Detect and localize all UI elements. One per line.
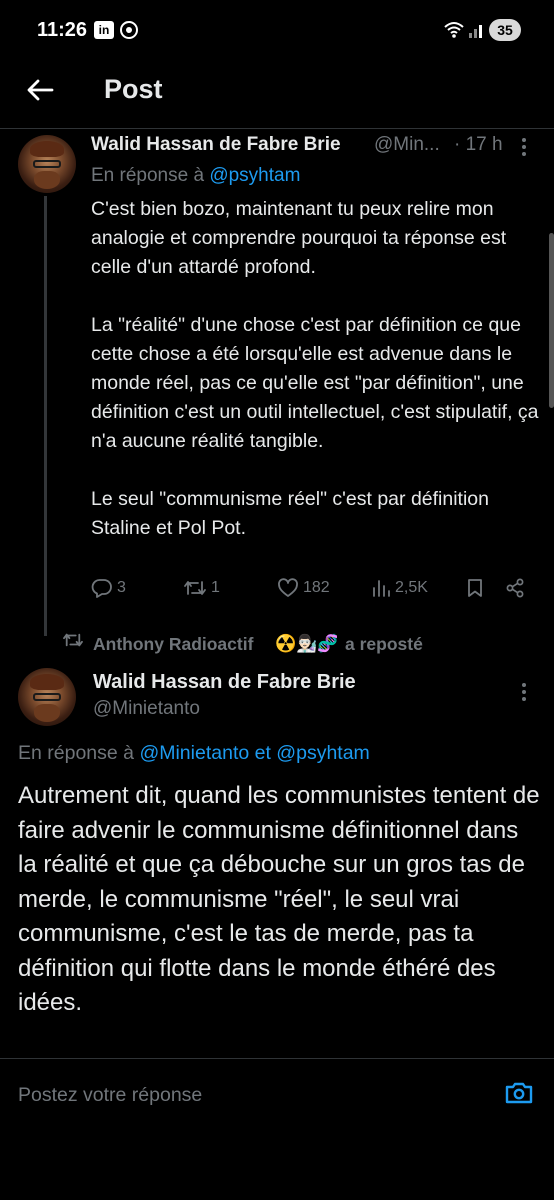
tweet-text: Autrement dit, quand les communistes ten…: [18, 782, 540, 1016]
author-name[interactable]: Walid Hassan de Fabre Brie: [93, 671, 356, 694]
reply-button[interactable]: 3: [91, 578, 126, 598]
reposter-emojis: ☢️👨🏻‍🔬🧬: [275, 634, 339, 653]
avatar[interactable]: [18, 668, 76, 726]
views-button[interactable]: 2,5K: [371, 578, 428, 598]
like-button[interactable]: 182: [277, 578, 330, 598]
more-options-icon[interactable]: [514, 680, 534, 704]
reply-prefix: En réponse à: [18, 742, 135, 764]
tweet-paragraph: Le seul "communisme réel" c'est par défi…: [91, 488, 489, 539]
status-time: 11:26: [37, 19, 88, 41]
status-bar: 11:26 in 35: [0, 0, 554, 60]
like-count: 182: [303, 579, 330, 596]
notification-icon: [120, 21, 138, 39]
wifi-icon: [444, 22, 464, 38]
back-button[interactable]: [22, 72, 58, 108]
linkedin-notification-icon: in: [94, 21, 114, 39]
camera-icon[interactable]: [504, 1080, 534, 1104]
repost-indicator-icon: [63, 633, 83, 647]
bookmark-button[interactable]: [466, 578, 484, 598]
tweet-paragraph: C'est bien bozo, maintenant tu peux reli…: [91, 198, 507, 278]
author-handle[interactable]: @Min...: [374, 134, 440, 156]
reply-mention-link[interactable]: @psyhtam: [209, 165, 300, 186]
share-button[interactable]: [505, 578, 525, 598]
scrollbar[interactable]: [549, 233, 554, 408]
repost-suffix: a reposté: [345, 634, 423, 654]
repost-button[interactable]: 1: [183, 578, 220, 598]
repost-icon: [184, 581, 206, 595]
reply-mentions-link[interactable]: @Minietanto et @psyhtam: [139, 742, 369, 764]
avatar[interactable]: [18, 135, 76, 193]
views-count: 2,5K: [395, 579, 428, 596]
header-divider: [0, 128, 554, 129]
more-options-icon[interactable]: [514, 135, 534, 159]
author-handle[interactable]: @Minietanto: [93, 698, 200, 720]
top-app-bar: Post: [0, 60, 554, 126]
views-icon: [373, 580, 390, 597]
thread-line: [44, 196, 47, 636]
author-name[interactable]: Walid Hassan de Fabre Brie: [91, 134, 341, 156]
signal-icon: [469, 25, 482, 38]
reply-prefix: En réponse à: [91, 165, 205, 186]
bookmark-icon: [468, 579, 482, 597]
heart-icon: [278, 578, 298, 597]
reply-context: En réponse à @Minietanto et @psyhtam: [18, 742, 370, 765]
page-title: Post: [104, 74, 163, 104]
reply-divider: [0, 1058, 554, 1059]
tweet-text: C'est bien bozo, maintenant tu peux reli…: [91, 195, 541, 543]
reply-icon: [91, 579, 112, 598]
tweet-time[interactable]: · 17 h: [454, 134, 503, 156]
repost-count: 1: [211, 579, 220, 596]
reposter-name[interactable]: Anthony Radioactif: [93, 634, 253, 655]
reply-count: 3: [117, 579, 126, 596]
share-icon: [506, 578, 524, 598]
battery-icon: 35: [489, 19, 521, 41]
reply-context: En réponse à @psyhtam: [91, 165, 300, 187]
reply-input[interactable]: Postez votre réponse: [18, 1084, 202, 1106]
tweet-paragraph: La "réalité" d'une chose c'est par défin…: [91, 314, 539, 452]
arrow-left-icon: [27, 79, 54, 101]
tweet-actions: 3 1 182 2,5K: [91, 578, 541, 604]
